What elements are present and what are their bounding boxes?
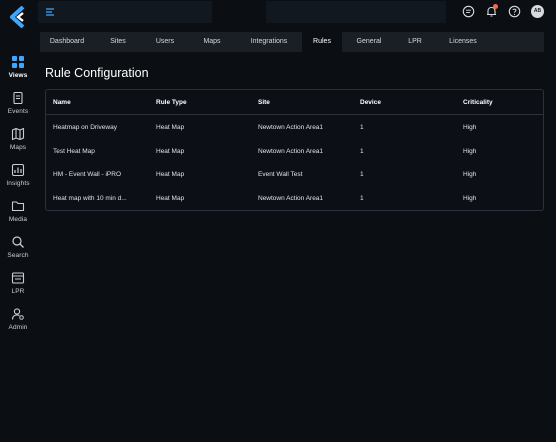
admin-tabs: Dashboard Sites Users Maps Integrations … — [40, 32, 544, 52]
tab-dashboard[interactable]: Dashboard — [40, 32, 94, 52]
cell-name: Heat map with 10 min d... — [53, 195, 127, 202]
cell-criticality: High — [463, 171, 477, 178]
tab-integrations[interactable]: Integrations — [236, 32, 302, 52]
column-header-name[interactable]: Name — [53, 99, 71, 106]
topbar-left — [38, 1, 212, 23]
menu-icon[interactable] — [46, 8, 56, 16]
grid-icon — [12, 56, 24, 68]
tab-licenses[interactable]: Licenses — [434, 32, 492, 52]
cell-site: Newtown Action Area1 — [258, 124, 324, 131]
tab-lpr[interactable]: LPR — [396, 32, 434, 52]
help-icon[interactable] — [508, 5, 521, 18]
cell-rule-type: Heat Map — [156, 171, 185, 178]
cell-device: 1 — [360, 171, 364, 178]
cell-rule-type: Heat Map — [156, 124, 185, 131]
sidebar-item-insights[interactable]: Insights — [0, 163, 36, 187]
sidebar-item-label: Events — [7, 108, 29, 115]
table-header: Name Rule Type Site Device Criticality — [46, 90, 543, 115]
topbar-search-area[interactable] — [266, 1, 446, 23]
sidebar: Views Events Maps Insights Media Search — [0, 0, 36, 442]
cell-site: Newtown Action Area1 — [258, 195, 324, 202]
sidebar-item-maps[interactable]: Maps — [0, 127, 36, 151]
sidebar-item-label: Media — [8, 216, 28, 223]
cell-criticality: High — [463, 148, 477, 155]
sidebar-item-events[interactable]: Events — [0, 91, 36, 115]
column-header-criticality[interactable]: Criticality — [463, 99, 493, 106]
table-row[interactable]: HM - Event Wall - iPRO Heat Map Event Wa… — [46, 164, 543, 188]
avatar[interactable]: AB — [531, 5, 544, 18]
sidebar-item-views[interactable]: Views — [0, 55, 36, 79]
table-row[interactable]: Test Heat Map Heat Map Newtown Action Ar… — [46, 140, 543, 164]
cell-rule-type: Heat Map — [156, 148, 185, 155]
tab-maps[interactable]: Maps — [188, 32, 236, 52]
search-icon — [12, 236, 24, 248]
column-header-device[interactable]: Device — [360, 99, 381, 106]
sidebar-item-label: Search — [7, 252, 29, 259]
sidebar-item-label: Insights — [6, 180, 30, 187]
map-icon — [11, 127, 25, 141]
column-header-rule-type[interactable]: Rule Type — [156, 99, 187, 106]
table-row[interactable]: Heatmap on Driveway Heat Map Newtown Act… — [46, 116, 543, 140]
chat-icon[interactable] — [462, 5, 475, 18]
app-logo[interactable] — [9, 6, 29, 28]
cell-criticality: High — [463, 124, 477, 131]
insights-icon — [11, 163, 25, 177]
column-header-site[interactable]: Site — [258, 99, 270, 106]
events-icon — [13, 91, 23, 105]
cell-site: Newtown Action Area1 — [258, 148, 324, 155]
cell-device: 1 — [360, 148, 364, 155]
cell-name: Heatmap on Driveway — [53, 124, 117, 131]
sidebar-item-label: Maps — [9, 144, 27, 151]
cell-rule-type: Heat Map — [156, 195, 185, 202]
sidebar-item-label: Views — [8, 72, 28, 79]
admin-icon — [11, 308, 24, 320]
sidebar-item-search[interactable]: Search — [0, 235, 36, 259]
sidebar-item-lpr[interactable]: LPR — [0, 271, 36, 295]
page-title: Rule Configuration — [45, 66, 149, 80]
cell-site: Event Wall Test — [258, 171, 303, 178]
cell-device: 1 — [360, 195, 364, 202]
cell-name: HM - Event Wall - iPRO — [53, 171, 122, 178]
rules-table: Name Rule Type Site Device Criticality H… — [45, 89, 544, 211]
cell-device: 1 — [360, 124, 364, 131]
cell-name: Test Heat Map — [53, 148, 95, 155]
folder-icon — [11, 201, 25, 212]
lpr-icon — [11, 272, 25, 284]
sidebar-item-label: Admin — [8, 324, 28, 331]
sidebar-item-media[interactable]: Media — [0, 199, 36, 223]
cell-criticality: High — [463, 195, 477, 202]
sidebar-item-admin[interactable]: Admin — [0, 307, 36, 331]
table-row[interactable]: Heat map with 10 min d... Heat Map Newto… — [46, 188, 543, 212]
tab-users[interactable]: Users — [142, 32, 188, 52]
tab-general[interactable]: General — [342, 32, 396, 52]
notification-badge — [493, 4, 498, 9]
tab-sites[interactable]: Sites — [94, 32, 142, 52]
sidebar-item-label: LPR — [11, 288, 25, 295]
tab-rules[interactable]: Rules — [302, 32, 342, 52]
